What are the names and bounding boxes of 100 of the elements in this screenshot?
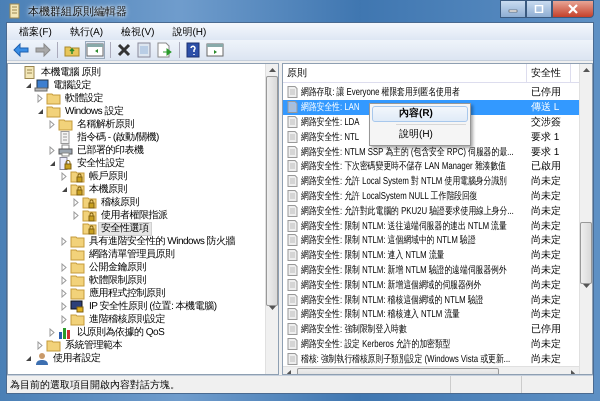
policy-name[interactable]: 網路安全性: NTLM SSP 為主的 (包含安全 RPC) 伺服器的最... (301, 144, 514, 159)
expand-arrow-icon[interactable] (61, 263, 67, 272)
properties-icon[interactable] (137, 42, 151, 58)
column-header[interactable]: 安全性 (527, 64, 571, 82)
menu-item[interactable]: 說明(H) (164, 24, 214, 38)
policy-name[interactable]: 網路安全性: 限制 NTLM: 連入 NTLM 流量 (301, 248, 444, 262)
close-icon (567, 4, 579, 14)
folder-icon (46, 92, 61, 105)
tree-item[interactable]: 進階稽核原則設定 (87, 314, 167, 326)
tree-item[interactable]: 本機電腦 原則 (39, 66, 102, 78)
menu-item[interactable]: 執行(A) (62, 24, 112, 38)
policy-name[interactable]: 網路安全性: 下次密碼變更時不儲存 LAN Manager 雜湊數值 (301, 159, 506, 174)
expand-arrow-icon[interactable] (73, 198, 79, 207)
policy-icon (287, 234, 298, 246)
expand-arrow-icon[interactable] (73, 211, 79, 220)
tree-item[interactable]: 稽核原則 (99, 196, 141, 208)
tree-item[interactable]: 帳戶原則 (87, 170, 129, 182)
tree-item[interactable]: IP 安全性原則 (位置: 本機電腦) (87, 300, 219, 312)
menu-item[interactable]: 內容(R) (372, 106, 468, 122)
tree-item[interactable]: 名稱解析原則 (75, 118, 136, 130)
tree-item[interactable]: Windows 設定 (63, 106, 126, 118)
tree-item[interactable]: 軟體設定 (63, 92, 105, 104)
tree-item[interactable]: 使用者權限指派 (99, 210, 170, 222)
policy-name[interactable]: 網路安全性: NTL (301, 130, 360, 144)
expand-arrow-icon[interactable] (61, 315, 67, 324)
tree-item[interactable]: 軟體限制原則 (87, 274, 148, 286)
locked-document-icon (58, 157, 73, 170)
tree-item[interactable]: 具有進階安全性的 Windows 防火牆 (87, 236, 238, 248)
tree-item[interactable]: 電腦設定 (51, 80, 93, 92)
policy-name[interactable]: 網路安全性: 限制 NTLM: 這個網域中的 NTLM 驗證 (301, 233, 476, 248)
policy-name[interactable]: 網路安全性: 允許 LocalSystem NULL 工作階段回復 (301, 188, 478, 203)
tree-item[interactable]: 網路清單管理員原則 (87, 248, 176, 260)
expand-arrow-icon[interactable] (37, 94, 43, 103)
policy-name[interactable]: 網路安全性: 限制 NTLM: 送往遠端伺服器的連出 NTLM 流量 (301, 218, 507, 233)
column-header[interactable]: 原則 (283, 64, 527, 82)
expand-arrow-icon[interactable] (61, 172, 67, 181)
bar-chart-icon (58, 326, 73, 339)
collapse-arrow-icon[interactable] (36, 108, 44, 115)
tree-item[interactable]: 安全性設定 (75, 158, 126, 170)
policy-name[interactable]: 網路安全性: 限制 NTLM: 新增 NTLM 驗證的遠端伺服器例外 (301, 262, 507, 277)
scroll-up-icon[interactable] (268, 67, 276, 72)
scrollbar[interactable] (579, 64, 592, 374)
expand-arrow-icon[interactable] (37, 341, 43, 350)
tree-item[interactable]: 應用程式控制原則 (87, 288, 167, 300)
expand-arrow-icon[interactable] (61, 302, 67, 311)
collapse-arrow-icon[interactable] (60, 186, 68, 193)
collapse-arrow-icon[interactable] (24, 355, 32, 362)
policy-setting: 已停用 (531, 86, 561, 100)
menu-item[interactable]: 檔案(F) (11, 24, 60, 38)
back-icon[interactable] (13, 43, 29, 57)
scroll-up-icon[interactable] (582, 67, 590, 72)
show-tree-icon[interactable] (86, 42, 104, 58)
policy-icon (287, 352, 298, 365)
tree-item[interactable]: 指令碼 - (啟動/關機) (75, 132, 161, 144)
menu-item[interactable]: 說明(H) (372, 127, 468, 143)
expand-arrow-icon[interactable] (61, 237, 67, 246)
tree-item[interactable]: 已部署的印表機 (75, 144, 146, 156)
status-text: 為目前的選取項目開啟內容對話方塊。 (9, 378, 181, 392)
expand-arrow-icon[interactable] (49, 328, 55, 337)
maximize-button[interactable] (526, 0, 552, 18)
scroll-thumb[interactable] (266, 76, 278, 306)
policy-name[interactable]: 網路安全性: 限制 NTLM: 稽核這個網域的 NTLM 驗證 (301, 292, 484, 307)
secure-monitor-icon (70, 300, 85, 313)
folder-icon (70, 235, 85, 248)
policy-name[interactable]: 網路安全性: LDA (301, 114, 360, 129)
policy-name[interactable]: 網路安全性: 限制 NTLM: 新增這個網域的伺服器例外 (301, 278, 482, 292)
scrollbar[interactable] (265, 64, 278, 374)
expand-arrow-icon[interactable] (61, 289, 67, 298)
menu-item[interactable]: 檢視(V) (113, 24, 162, 38)
tree-item[interactable]: 本機原則 (87, 184, 129, 196)
export-icon[interactable] (157, 42, 173, 58)
minimize-button[interactable] (500, 0, 526, 18)
delete-icon[interactable] (117, 43, 131, 57)
policy-name[interactable]: 網路安全性: 允許 Local System 對 NTLM 使用電腦身分識別 (301, 174, 507, 188)
help-icon[interactable] (186, 42, 200, 58)
action-pane-icon[interactable] (206, 42, 224, 58)
policy-name[interactable]: 網路安全性: 允許對此電腦的 PKU2U 驗證要求使用線上身分... (301, 204, 514, 218)
policy-name[interactable]: 網路存取: 讓 Everyone 權限套用到匿名使用者 (301, 85, 460, 100)
tree-item[interactable]: 使用者設定 (51, 352, 102, 364)
policy-name[interactable]: 網路安全性: 限制 NTLM: 稽核連入 NTLM 流量 (301, 307, 460, 322)
tree-item[interactable]: 系統管理範本 (63, 340, 124, 352)
policy-icon (287, 278, 298, 291)
policy-setting: 要求 1 (531, 130, 560, 144)
policy-name[interactable]: 稽核: 強制執行稽核原則子類別設定 (Windows Vista 或更新... (301, 352, 510, 366)
tree-item[interactable]: 安全性選項 (99, 222, 150, 234)
collapse-arrow-icon[interactable] (24, 82, 32, 89)
policy-name[interactable]: 網路安全性: 強制限制登入時數 (301, 322, 407, 336)
policy-setting: 尚未定 (531, 308, 561, 322)
tree-item[interactable]: 公開金鑰原則 (87, 262, 148, 274)
expand-arrow-icon[interactable] (49, 146, 55, 155)
policy-icon (287, 175, 298, 188)
collapse-arrow-icon[interactable] (48, 160, 56, 167)
close-button[interactable] (552, 0, 594, 18)
computer-icon (34, 79, 49, 92)
expand-arrow-icon[interactable] (61, 276, 67, 285)
tree-item[interactable]: 以原則為依據的 QoS (75, 326, 166, 338)
expand-arrow-icon[interactable] (49, 120, 55, 129)
scroll-thumb[interactable] (580, 222, 592, 284)
forward-icon[interactable] (35, 43, 51, 57)
policy-name[interactable]: 網路安全性: 設定 Kerberos 允許的加密類型 (301, 336, 451, 351)
